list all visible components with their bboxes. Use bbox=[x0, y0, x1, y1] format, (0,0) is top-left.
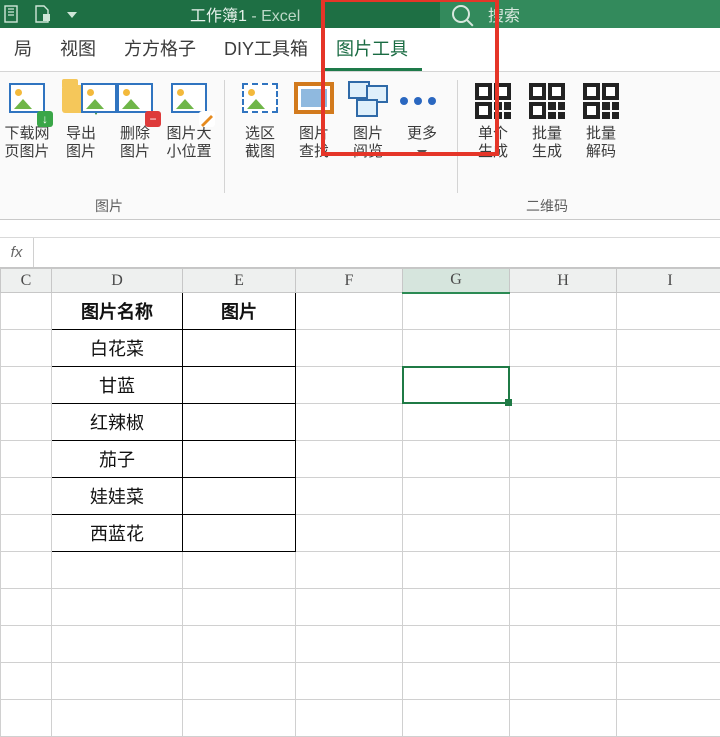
qr-icon bbox=[529, 83, 565, 119]
cell[interactable]: 茄子 bbox=[52, 441, 183, 478]
edit-badge-icon bbox=[199, 111, 215, 127]
chevron-down-icon bbox=[417, 150, 427, 156]
row[interactable] bbox=[1, 589, 720, 626]
col-header-c[interactable]: C bbox=[1, 269, 52, 293]
group-qrcode: 单个 生成 批量 生成 批量 解码 二维码 bbox=[464, 72, 630, 219]
col-header-d[interactable]: D bbox=[52, 269, 183, 293]
group-label-picture: 图片 bbox=[0, 196, 218, 216]
group-label-qrcode: 二维码 bbox=[464, 196, 630, 216]
search-box[interactable]: 搜索 bbox=[440, 0, 720, 28]
more-icon bbox=[400, 97, 444, 105]
row[interactable] bbox=[1, 700, 720, 737]
row[interactable] bbox=[1, 663, 720, 700]
cell[interactable]: 红辣椒 bbox=[52, 404, 183, 441]
row[interactable]: 白花菜 bbox=[1, 330, 720, 367]
save-icon[interactable] bbox=[4, 5, 20, 23]
qr-icon bbox=[475, 83, 511, 119]
btn-pic-size-pos[interactable]: 图片大 小位置 bbox=[162, 72, 216, 161]
separator bbox=[224, 80, 225, 193]
row[interactable]: 西蓝花 bbox=[1, 515, 720, 552]
cell[interactable] bbox=[183, 515, 296, 552]
row[interactable]: 图片名称 图片 bbox=[1, 293, 720, 330]
formula-bar-area: fx bbox=[0, 220, 720, 268]
row[interactable]: 甘蓝 bbox=[1, 367, 720, 404]
col-header-f[interactable]: F bbox=[296, 269, 403, 293]
btn-qr-single[interactable]: 单个 生成 bbox=[466, 72, 520, 161]
qat-dropdown-icon[interactable] bbox=[64, 5, 80, 23]
btn-pic-find[interactable]: 图片 查找 bbox=[287, 72, 341, 161]
cell[interactable]: 图片名称 bbox=[52, 293, 183, 330]
tab-layout[interactable]: 局 bbox=[0, 27, 46, 71]
qr-icon bbox=[583, 83, 619, 119]
delete-badge-icon: − bbox=[145, 111, 161, 127]
cell[interactable]: 白花菜 bbox=[52, 330, 183, 367]
col-header-h[interactable]: H bbox=[510, 269, 617, 293]
btn-qr-decode[interactable]: 批量 解码 bbox=[574, 72, 628, 161]
cell[interactable] bbox=[183, 330, 296, 367]
cell[interactable] bbox=[183, 404, 296, 441]
tab-ffgz[interactable]: 方方格子 bbox=[110, 27, 210, 71]
document-title: 工作簿1 - Excel bbox=[190, 2, 300, 26]
cell[interactable] bbox=[183, 367, 296, 404]
btn-delete-pics[interactable]: − 删除 图片 bbox=[108, 72, 162, 161]
btn-selection-screenshot[interactable]: 选区 截图 bbox=[233, 72, 287, 161]
tab-view[interactable]: 视图 bbox=[46, 27, 110, 71]
ribbon-tab-strip: 局 视图 方方格子 DIY工具箱 图片工具 bbox=[0, 28, 720, 72]
row[interactable]: 娃娃菜 bbox=[1, 478, 720, 515]
group-picture: ↓ 下载网 页图片 导出 图片 − 删除 图片 图片大 小位置 图片 bbox=[0, 72, 218, 219]
cell[interactable] bbox=[183, 478, 296, 515]
btn-more[interactable]: 更多 bbox=[395, 72, 449, 161]
btn-download-web-pics[interactable]: ↓ 下载网 页图片 bbox=[0, 72, 54, 161]
cell[interactable]: 图片 bbox=[183, 293, 296, 330]
row[interactable]: 红辣椒 bbox=[1, 404, 720, 441]
btn-export-pics[interactable]: 导出 图片 bbox=[54, 72, 108, 161]
row[interactable] bbox=[1, 552, 720, 589]
cell[interactable]: 甘蓝 bbox=[52, 367, 183, 404]
cell[interactable] bbox=[183, 441, 296, 478]
btn-qr-batch[interactable]: 批量 生成 bbox=[520, 72, 574, 161]
doc-name: 工作簿1 bbox=[190, 8, 247, 25]
download-badge-icon: ↓ bbox=[37, 111, 53, 127]
column-headers[interactable]: C D E F G H I bbox=[1, 269, 720, 293]
cell[interactable]: 西蓝花 bbox=[52, 515, 183, 552]
title-bar: 工作簿1 - Excel 搜索 bbox=[0, 0, 720, 28]
search-placeholder: 搜索 bbox=[488, 2, 520, 26]
btn-pic-browse[interactable]: 图片 阅览 bbox=[341, 72, 395, 161]
row[interactable]: 茄子 bbox=[1, 441, 720, 478]
name-box-row[interactable] bbox=[0, 220, 720, 238]
row[interactable] bbox=[1, 626, 720, 663]
tab-picture-tools[interactable]: 图片工具 bbox=[322, 27, 422, 71]
col-header-i[interactable]: I bbox=[617, 269, 720, 293]
col-header-g[interactable]: G bbox=[403, 269, 510, 293]
group-picture-tools: 选区 截图 图片 查找 图片 阅览 更多 bbox=[231, 72, 451, 219]
separator bbox=[457, 80, 458, 193]
app-suffix: - Excel bbox=[247, 8, 300, 25]
formula-input[interactable] bbox=[34, 238, 720, 267]
worksheet[interactable]: C D E F G H I 图片名称 图片 白花菜 甘蓝 红辣椒 茄子 bbox=[0, 268, 720, 737]
file-icon[interactable] bbox=[34, 5, 50, 23]
search-icon bbox=[452, 5, 470, 23]
col-header-e[interactable]: E bbox=[183, 269, 296, 293]
ribbon: ↓ 下载网 页图片 导出 图片 − 删除 图片 图片大 小位置 图片 bbox=[0, 72, 720, 220]
cell[interactable]: 娃娃菜 bbox=[52, 478, 183, 515]
grid-table[interactable]: C D E F G H I 图片名称 图片 白花菜 甘蓝 红辣椒 茄子 bbox=[0, 268, 720, 737]
tab-diy-toolbox[interactable]: DIY工具箱 bbox=[210, 27, 322, 71]
fx-label[interactable]: fx bbox=[0, 238, 34, 267]
